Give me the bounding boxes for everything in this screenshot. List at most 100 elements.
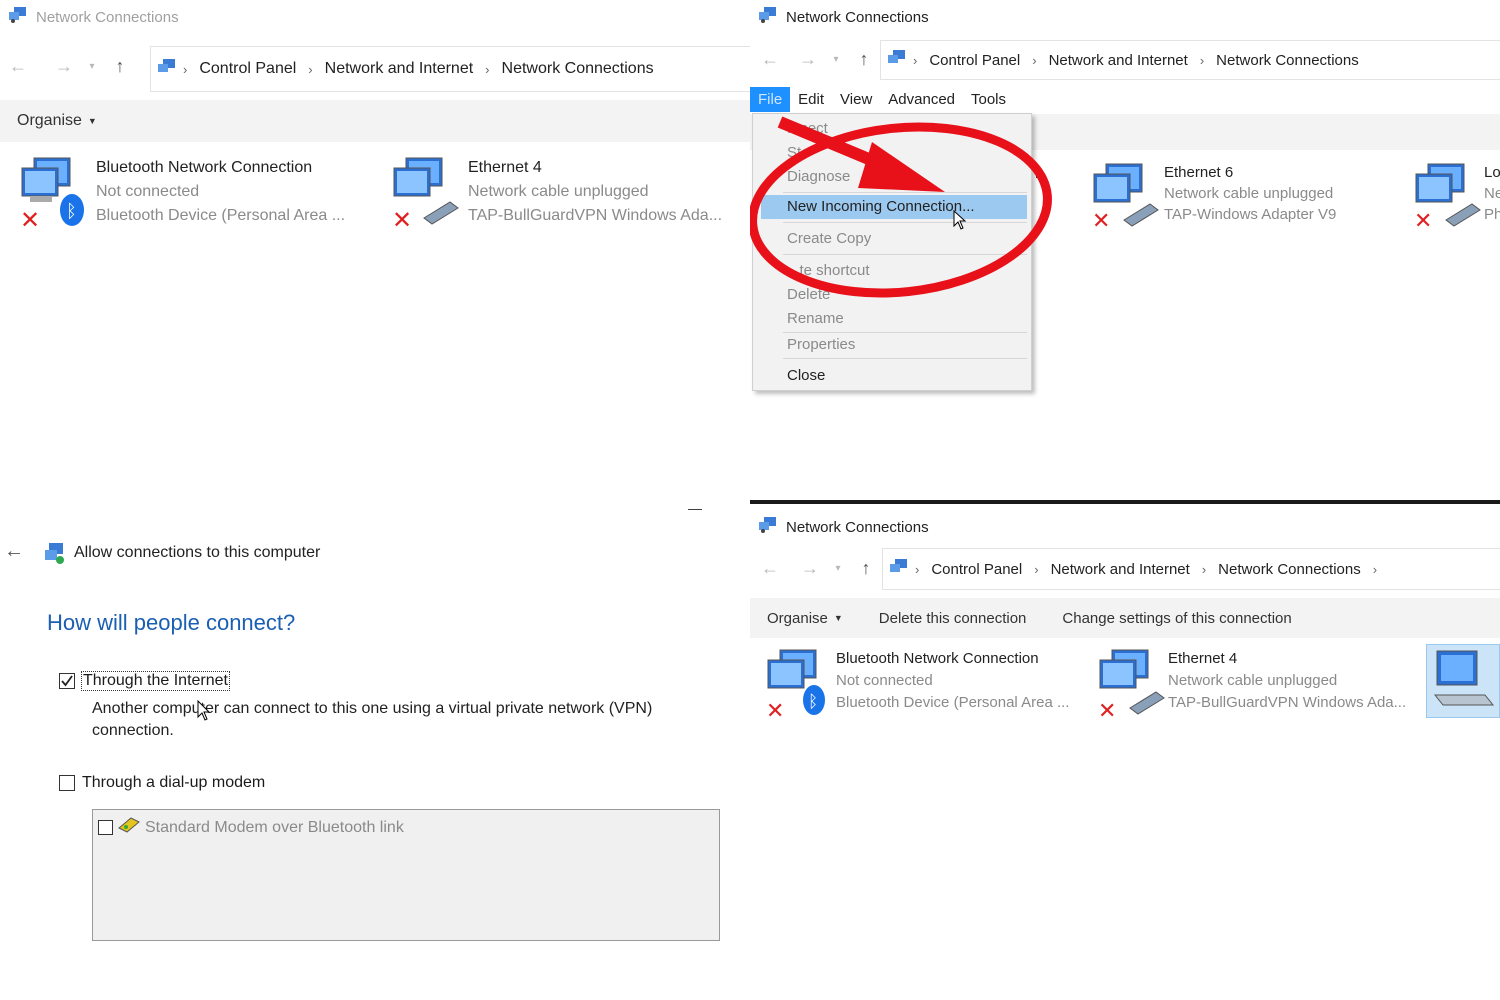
modem-checkbox[interactable]: [59, 775, 75, 791]
up-arrow-icon[interactable]: ↑: [106, 52, 134, 80]
forward-arrow-icon[interactable]: →: [796, 554, 824, 582]
network-connections-window-1: Network Connections ← → ▾ ↑ › Control Pa…: [0, 0, 750, 500]
connection-local[interactable]: ✕ Loc Ne Pha: [1412, 162, 1500, 236]
command-bar: Organise ▼ Delete this connection Change …: [750, 598, 1500, 638]
chevron-right-icon: ›: [1372, 561, 1378, 577]
minimize-button[interactable]: —: [688, 500, 702, 516]
menu-separator: [783, 358, 1027, 359]
address-bar[interactable]: › Control Panel › Network and Internet ›…: [150, 46, 750, 92]
recent-chevron-icon[interactable]: ▾: [78, 52, 106, 80]
window-title: Network Connections: [786, 8, 929, 26]
connection-name: Ethernet 4: [468, 159, 542, 176]
chevron-right-icon: ›: [308, 61, 313, 77]
change-settings-button[interactable]: Change settings of this connection: [1062, 610, 1291, 627]
breadcrumb-network-internet[interactable]: Network and Internet: [1049, 52, 1188, 69]
svg-text:✕: ✕: [392, 206, 412, 230]
menu-item-properties[interactable]: Properties: [787, 336, 855, 353]
network-folder-icon: [758, 516, 778, 538]
incoming-computer-icon: [1433, 650, 1495, 706]
breadcrumb-network-internet[interactable]: Network and Internet: [1051, 561, 1190, 578]
breadcrumb-control-panel[interactable]: Control Panel: [929, 52, 1020, 69]
connection-bluetooth[interactable]: ✕ ᛒ Bluetooth Network Connection Not con…: [764, 648, 1069, 724]
connection-ethernet-6[interactable]: ✕ Ethernet 6 Network cable unplugged TAP…: [1090, 162, 1336, 236]
svg-text:✕: ✕: [766, 699, 784, 722]
mouse-cursor-icon: [953, 210, 967, 230]
address-bar[interactable]: › Control Panel › Network and Internet ›…: [880, 40, 1500, 80]
wizard-title: Allow connections to this computer: [74, 544, 321, 561]
delete-connection-button[interactable]: Delete this connection: [879, 610, 1027, 627]
chevron-right-icon: ›: [1034, 561, 1039, 577]
organise-button[interactable]: Organise ▼: [767, 610, 843, 627]
organise-label: Organise: [767, 609, 828, 627]
menu-item-close[interactable]: Close: [787, 367, 825, 384]
option-through-internet[interactable]: Through the Internet: [59, 671, 230, 691]
forward-arrow-icon[interactable]: →: [794, 45, 822, 73]
title-bar: Network Connections: [0, 0, 750, 34]
back-arrow-icon[interactable]: ←: [4, 540, 24, 563]
organise-button[interactable]: Organise ▼: [17, 112, 97, 130]
connection-status: Network cable unplugged: [468, 183, 649, 200]
red-annotation-overlay: [750, 116, 1052, 298]
organise-label: Organise: [17, 112, 82, 129]
modem-option-label: Through a dial-up modem: [82, 774, 266, 791]
connection-name: Ethernet 4: [1168, 650, 1238, 667]
network-computer-icon: ✕ ᛒ: [764, 648, 836, 724]
chevron-right-icon: ›: [485, 61, 490, 77]
network-folder-icon: [889, 558, 909, 580]
connection-incoming-selected[interactable]: [1426, 644, 1500, 718]
menu-separator: [783, 332, 1027, 333]
breadcrumb-network-connections[interactable]: Network Connections: [1216, 52, 1359, 69]
red-arrow-head: [858, 142, 945, 192]
network-folder-icon: [157, 58, 177, 81]
svg-text:✕: ✕: [1098, 699, 1116, 722]
connection-bluetooth[interactable]: ✕ ᛒ Bluetooth Network Connection Not con…: [18, 156, 345, 234]
back-arrow-icon[interactable]: ←: [756, 554, 784, 582]
chevron-right-icon: ›: [915, 561, 920, 577]
breadcrumb-network-connections[interactable]: Network Connections: [502, 60, 654, 78]
up-arrow-icon[interactable]: ↑: [850, 45, 878, 73]
modem-list[interactable]: Standard Modem over Bluetooth link: [92, 809, 720, 941]
red-circle-annotation: [750, 122, 1052, 298]
address-bar[interactable]: › Control Panel › Network and Internet ›…: [882, 548, 1500, 590]
option-dial-up-modem[interactable]: Through a dial-up modem: [59, 774, 265, 792]
connection-name: Loc: [1484, 164, 1500, 181]
network-connections-window-2: Network Connections ← → ▾ ↑ › Control Pa…: [750, 0, 1500, 500]
svg-text:✕: ✕: [1092, 209, 1110, 234]
wizard-heading: How will people connect?: [47, 610, 296, 635]
svg-text:✕: ✕: [20, 206, 40, 230]
internet-checkbox[interactable]: [59, 673, 75, 689]
chevron-right-icon: ›: [913, 52, 918, 68]
ethernet-computer-icon: ✕: [390, 156, 462, 234]
svg-text:ᛒ: ᛒ: [808, 692, 818, 712]
network-folder-icon: [8, 6, 28, 28]
connection-device: TAP-BullGuardVPN Windows Ada...: [468, 207, 723, 224]
connection-status: Not connected: [836, 672, 933, 689]
back-arrow-icon[interactable]: ←: [756, 45, 784, 73]
ethernet-computer-icon: ✕: [1096, 648, 1168, 724]
network-connections-window-3: Network Connections ← → ▾ ↑ › Control Pa…: [750, 500, 1500, 1000]
back-arrow-icon[interactable]: ←: [4, 52, 32, 80]
breadcrumb-control-panel[interactable]: Control Panel: [931, 561, 1022, 578]
ethernet-computer-icon: ✕: [1090, 162, 1162, 236]
recent-chevron-icon[interactable]: ▾: [824, 554, 852, 582]
network-folder-icon: [887, 49, 907, 71]
breadcrumb-control-panel[interactable]: Control Panel: [199, 60, 296, 78]
ethernet-computer-icon: ✕: [1412, 162, 1484, 236]
chevron-right-icon: ›: [183, 61, 188, 77]
title-bar: Network Connections: [750, 0, 1500, 34]
up-arrow-icon[interactable]: ↑: [852, 554, 880, 582]
recent-chevron-icon[interactable]: ▾: [822, 45, 850, 73]
connection-ethernet-4[interactable]: ✕ Ethernet 4 Network cable unplugged TAP…: [1096, 648, 1406, 724]
svg-text:ᛒ: ᛒ: [66, 201, 77, 222]
window-title: Network Connections: [786, 518, 929, 536]
modem-list-item[interactable]: Standard Modem over Bluetooth link: [98, 816, 404, 839]
connection-name: Bluetooth Network Connection: [836, 650, 1039, 667]
forward-arrow-icon[interactable]: →: [50, 52, 78, 80]
connection-ethernet-4[interactable]: ✕ Ethernet 4 Network cable unplugged TAP…: [390, 156, 723, 234]
modem-item-checkbox[interactable]: [98, 820, 113, 835]
breadcrumb-network-internet[interactable]: Network and Internet: [325, 60, 474, 78]
modem-item-label: Standard Modem over Bluetooth link: [145, 818, 404, 836]
connection-name: Bluetooth Network Connection: [96, 159, 313, 176]
breadcrumb-network-connections[interactable]: Network Connections: [1218, 561, 1361, 578]
connection-status: Network cable unplugged: [1164, 185, 1334, 202]
